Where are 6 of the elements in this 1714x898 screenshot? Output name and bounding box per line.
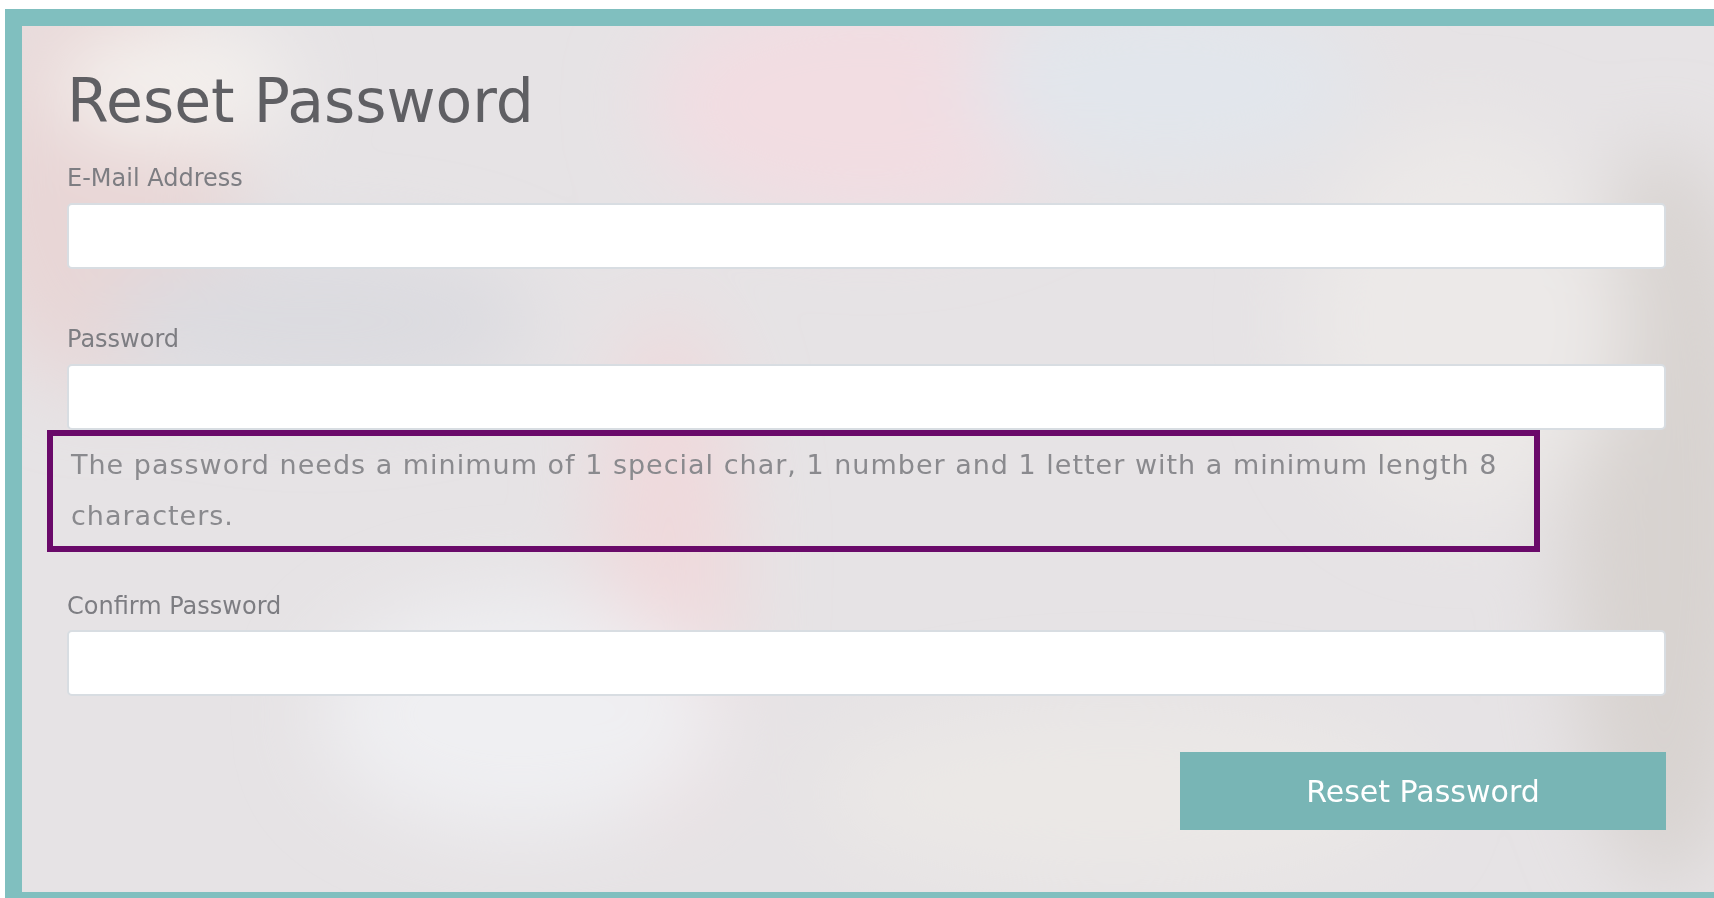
field-label: Confirm Password	[67, 591, 283, 621]
field-label: Password	[67, 324, 181, 354]
reset-password-button[interactable]: Reset Password	[1180, 752, 1666, 831]
form-title: Reset Password	[67, 68, 535, 134]
field-label: E-Mail Address	[67, 164, 244, 193]
password-hint: The password needs a minimum of 1 special char, 1 number and 1 letter with a minimum length 8 characters.	[71, 448, 1498, 531]
